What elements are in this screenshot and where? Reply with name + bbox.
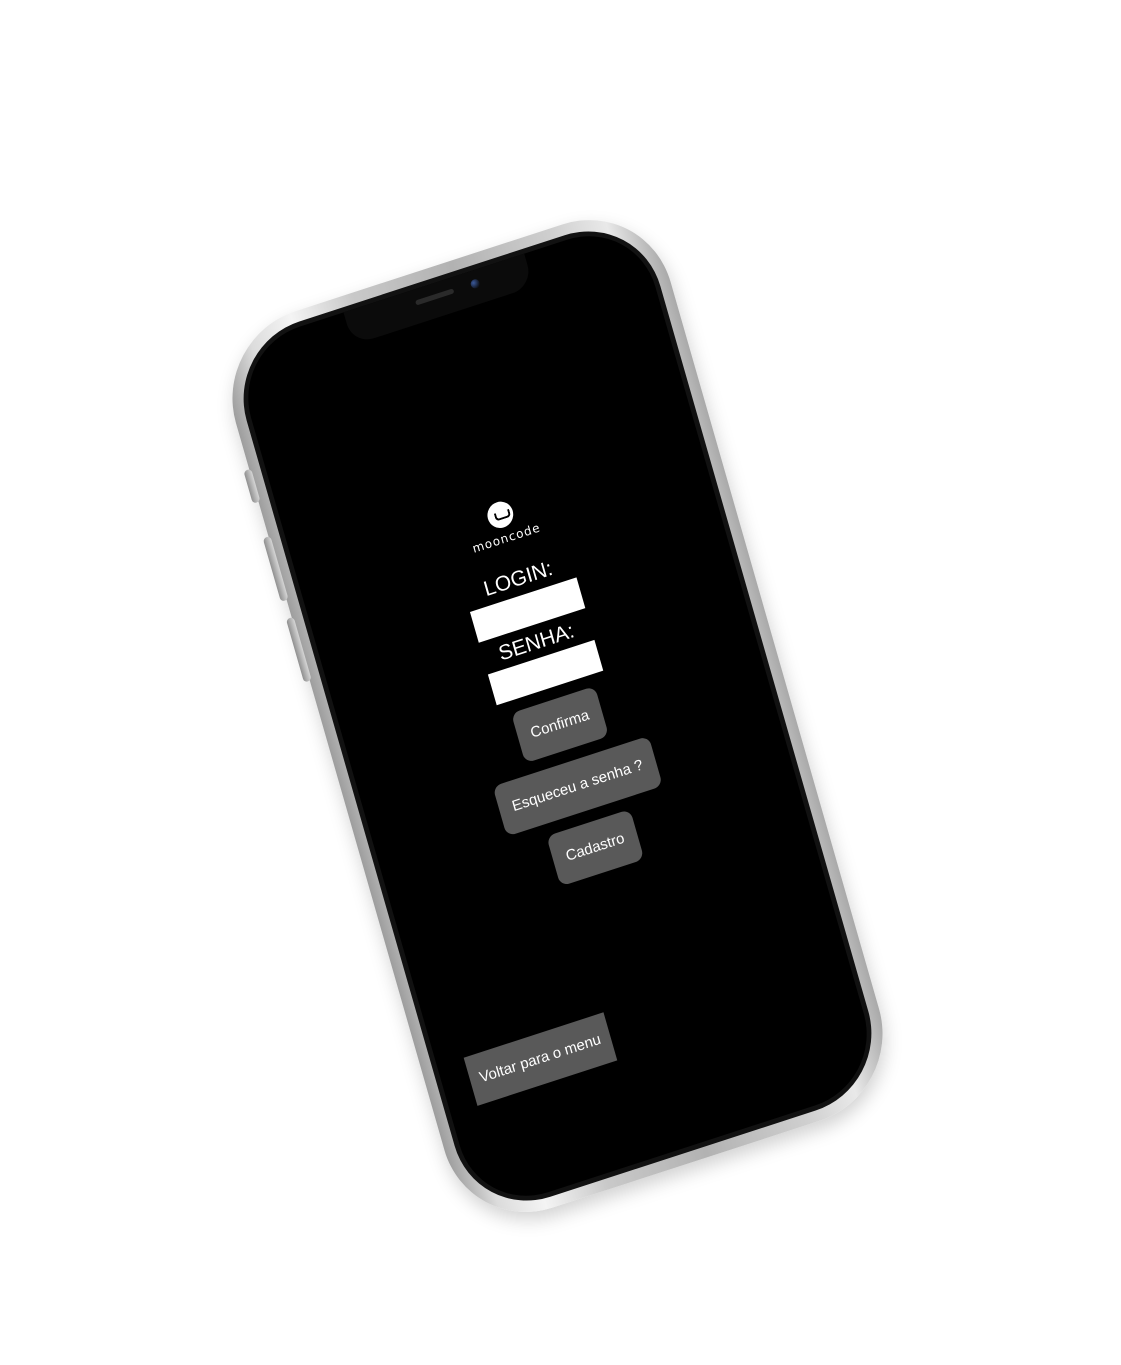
- phone: mooncode LOGIN: SENHA: Confirma Esqueceu…: [211, 197, 904, 1235]
- app-logo: mooncode: [444, 485, 561, 561]
- register-button[interactable]: Cadastro: [545, 809, 645, 887]
- moon-logo-icon: [483, 498, 516, 532]
- confirm-button[interactable]: Confirma: [510, 685, 610, 764]
- forgot-password-button[interactable]: Esqueceu a senha ?: [492, 735, 664, 837]
- device-mockup: mooncode LOGIN: SENHA: Confirma Esqueceu…: [0, 0, 1121, 1365]
- back-to-menu-button[interactable]: Voltar para o menu: [463, 1012, 618, 1106]
